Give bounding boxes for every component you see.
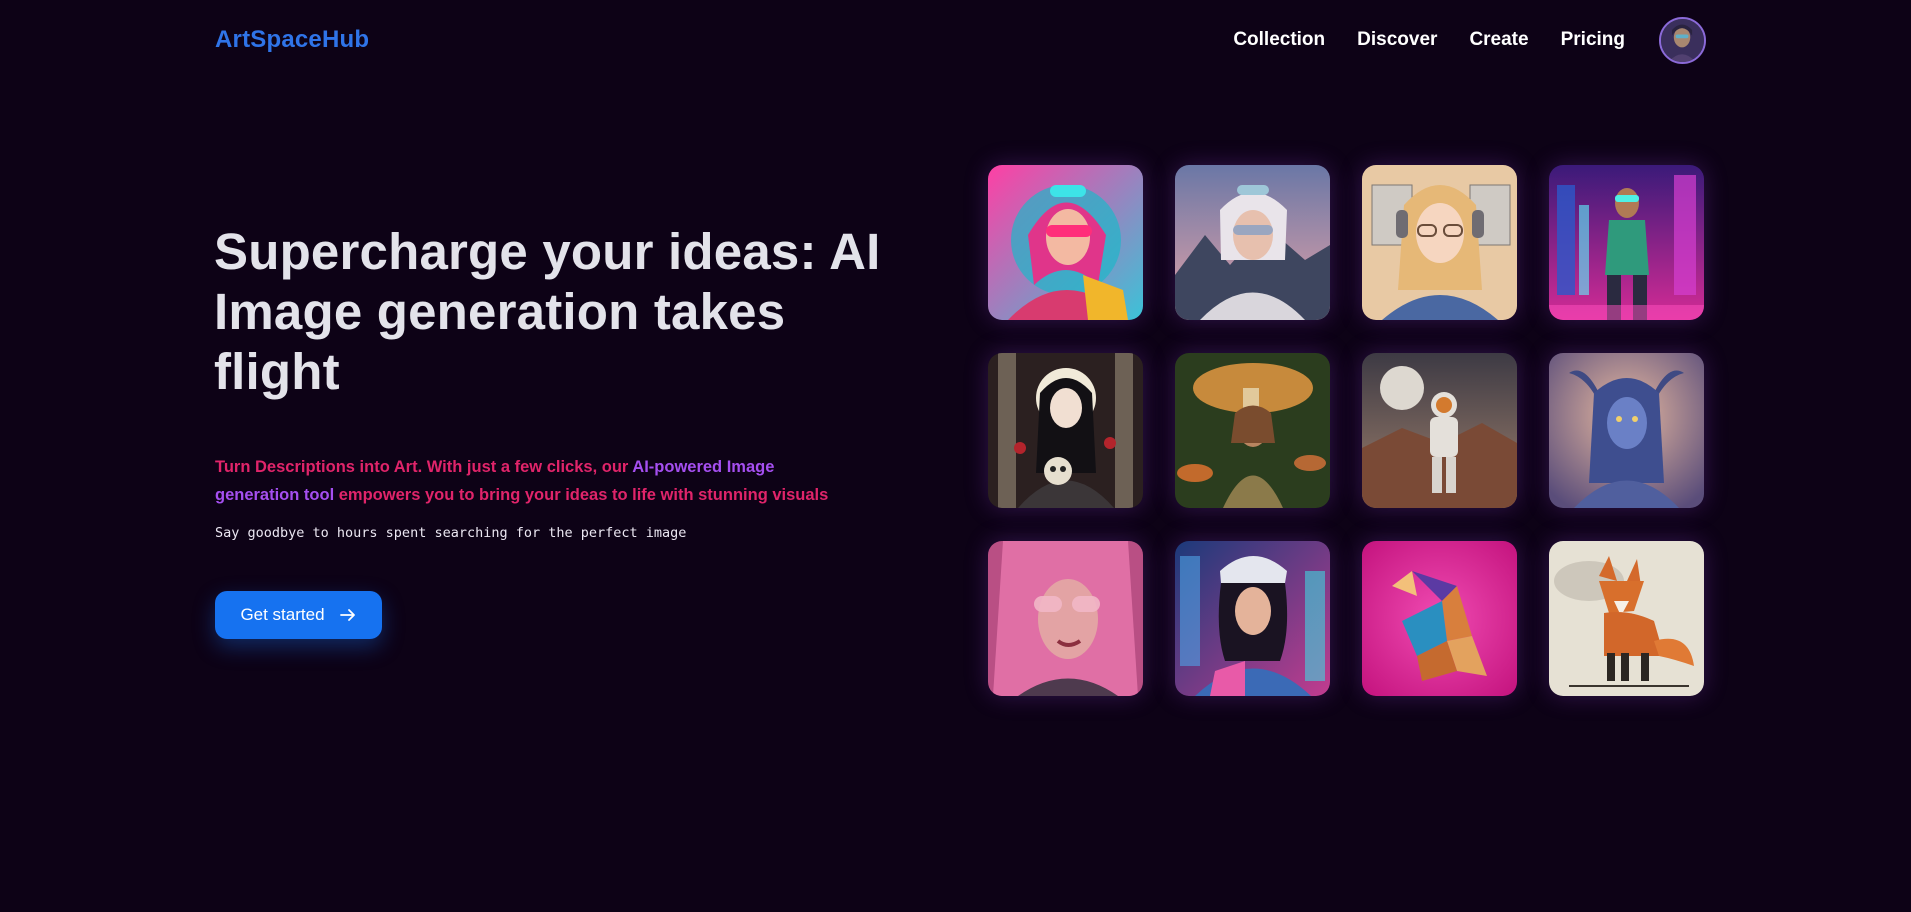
origami-dragon-image — [1362, 541, 1517, 696]
hero-title: Supercharge your ideas: AI Image generat… — [214, 223, 881, 400]
gallery-image-cyberpunk-girl[interactable] — [988, 165, 1143, 320]
gallery-image-astronaut[interactable] — [1362, 353, 1517, 508]
get-started-button[interactable]: Get started — [215, 591, 382, 639]
gallery-image-blue-demon[interactable] — [1549, 353, 1704, 508]
gothic-woman-image — [988, 353, 1143, 508]
cyberpunk-girl-image — [988, 165, 1143, 320]
gallery-image-ink-fox[interactable] — [1549, 541, 1704, 696]
logo[interactable]: ArtSpaceHub — [215, 26, 369, 54]
nav-link-create[interactable]: Create — [1469, 29, 1528, 51]
nav-link-discover[interactable]: Discover — [1357, 29, 1437, 51]
tagline: Say goodbye to hours spent searching for… — [215, 525, 687, 541]
subtitle-part1: Turn Descriptions into Art. With just a … — [215, 458, 633, 476]
get-started-label: Get started — [240, 605, 325, 624]
gallery-image-mushroom-woman[interactable] — [1175, 353, 1330, 508]
image-gallery — [988, 165, 1704, 696]
ink-fox-image — [1549, 541, 1704, 696]
nav-links: Collection Discover Create Pricing — [1233, 16, 1706, 64]
blue-demon-image — [1549, 353, 1704, 508]
mushroom-woman-image — [1175, 353, 1330, 508]
subtitle-part2: empowers you to bring your ideas to life… — [334, 486, 829, 504]
gallery-image-neon-cyborg[interactable] — [1549, 165, 1704, 320]
nav-link-pricing[interactable]: Pricing — [1561, 29, 1625, 51]
anime-girl-image — [1362, 165, 1517, 320]
nav-link-collection[interactable]: Collection — [1233, 29, 1325, 51]
gallery-image-cyberpunk-cap-woman[interactable] — [1175, 541, 1330, 696]
pink-hair-woman-image — [988, 541, 1143, 696]
top-nav: ArtSpaceHub Collection Discover Create P… — [215, 14, 1706, 66]
arrow-right-icon — [339, 609, 355, 621]
avatar-portrait-icon — [1661, 18, 1704, 62]
gallery-image-origami-dragon[interactable] — [1362, 541, 1517, 696]
astronaut-image — [1362, 353, 1517, 508]
gallery-image-mountain-woman[interactable] — [1175, 165, 1330, 320]
gallery-image-gothic-woman[interactable] — [988, 353, 1143, 508]
avatar[interactable] — [1659, 16, 1706, 64]
hero-subtitle: Turn Descriptions into Art. With just a … — [215, 453, 855, 509]
mountain-woman-image — [1175, 165, 1330, 320]
neon-cyborg-image — [1549, 165, 1704, 320]
gallery-image-anime-girl[interactable] — [1362, 165, 1517, 320]
cyberpunk-cap-woman-image — [1175, 541, 1330, 696]
gallery-image-pink-hair-woman[interactable] — [988, 541, 1143, 696]
landing-page: ArtSpaceHub Collection Discover Create P… — [0, 0, 1911, 912]
